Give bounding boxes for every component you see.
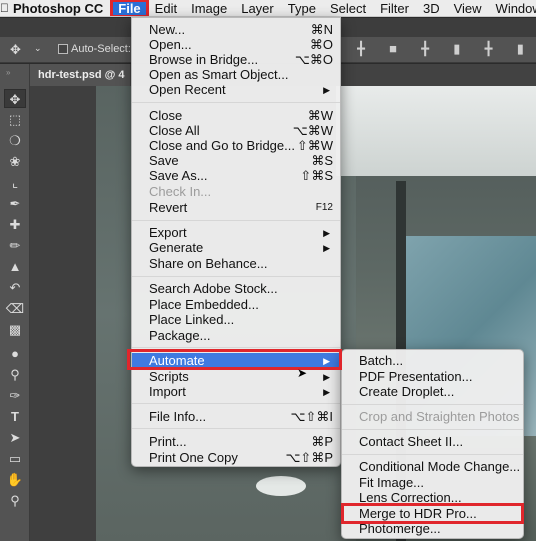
menu-item-browse-in-bridge[interactable]: Browse in Bridge... ⌥⌘O bbox=[132, 52, 340, 68]
automate-submenu: Batch... PDF Presentation... Create Drop… bbox=[341, 349, 524, 539]
menu-separator bbox=[132, 220, 340, 221]
move-tool-icon[interactable]: ✥ bbox=[4, 89, 26, 108]
menu-item-fit-image[interactable]: Fit Image... bbox=[342, 475, 523, 491]
menu-select[interactable]: Select bbox=[323, 0, 373, 16]
menu-item-print[interactable]: Print... ⌘P bbox=[132, 434, 340, 450]
menu-item-search-adobe-stock[interactable]: Search Adobe Stock... bbox=[132, 281, 340, 297]
align-left-icon[interactable]: ▮ bbox=[453, 41, 460, 57]
auto-select-checkbox[interactable] bbox=[58, 44, 68, 54]
menu-type[interactable]: Type bbox=[281, 0, 323, 16]
menu-item-print-one-copy[interactable]: Print One Copy ⌥⇧⌘P bbox=[132, 450, 340, 466]
menu-item-open-recent[interactable]: Open Recent ▶ bbox=[132, 82, 340, 98]
menu-item-open-as-smart-object[interactable]: Open as Smart Object... bbox=[132, 67, 340, 83]
menu-item-contact-sheet[interactable]: Contact Sheet II... bbox=[342, 434, 523, 450]
brush-tool-icon[interactable]: ✏ bbox=[4, 236, 26, 255]
align-top-icon[interactable]: ╋ bbox=[357, 41, 365, 57]
menu-item-close[interactable]: Close ⌘W bbox=[132, 108, 340, 124]
tools-panel: » ✥ ⬚ ❍ ❀ ⌞ ✒ ✚ ✏ ▲ ↶ ⌫ ▩ ● ⚲ ✑ T ➤ ▭ ✋ … bbox=[0, 64, 30, 541]
photo-ceiling bbox=[336, 86, 536, 176]
gradient-tool-icon[interactable]: ▩ bbox=[4, 320, 26, 339]
document-tab[interactable]: hdr-test.psd @ 4 bbox=[30, 64, 130, 86]
pen-tool-icon[interactable]: ✑ bbox=[4, 386, 26, 405]
menu-item-conditional-mode-change[interactable]: Conditional Mode Change... bbox=[342, 459, 523, 475]
menu-3d[interactable]: 3D bbox=[416, 0, 447, 16]
app-name[interactable]: Photoshop CC bbox=[9, 1, 111, 16]
menu-item-photomerge[interactable]: Photomerge... bbox=[342, 521, 523, 537]
align-center-icon[interactable]: ╋ bbox=[485, 41, 493, 57]
quick-selection-tool-icon[interactable]: ❀ bbox=[4, 152, 26, 171]
apple-logo-icon[interactable]:  bbox=[0, 1, 9, 15]
menu-item-share-on-behance[interactable]: Share on Behance... bbox=[132, 256, 340, 272]
menu-bar:  Photoshop CC File Edit Image Layer Typ… bbox=[0, 0, 536, 17]
mouse-cursor-icon: ➤ bbox=[297, 366, 308, 380]
menu-item-generate[interactable]: Generate ▶ bbox=[132, 240, 340, 256]
menu-item-export[interactable]: Export ▶ bbox=[132, 225, 340, 241]
history-brush-tool-icon[interactable]: ↶ bbox=[4, 278, 26, 297]
menu-item-crop-and-straighten: Crop and Straighten Photos bbox=[359, 409, 520, 424]
crop-tool-icon[interactable]: ⌞ bbox=[4, 173, 26, 192]
menu-item-lens-correction[interactable]: Lens Correction... bbox=[342, 490, 523, 506]
auto-select-label: Auto-Select: bbox=[71, 43, 131, 55]
menu-item-check-in: Check In... bbox=[149, 184, 212, 199]
menu-item-new[interactable]: New... ⌘N bbox=[132, 22, 340, 38]
hand-tool-icon[interactable]: ✋ bbox=[4, 470, 26, 489]
menu-separator bbox=[132, 276, 340, 277]
menu-layer[interactable]: Layer bbox=[234, 0, 281, 16]
menu-item-pdf-presentation[interactable]: PDF Presentation... bbox=[342, 369, 523, 385]
panel-grip-icon[interactable]: » bbox=[6, 68, 10, 77]
menu-item-revert[interactable]: Revert F12 bbox=[132, 200, 340, 216]
menu-file[interactable]: File bbox=[110, 0, 149, 16]
rectangle-tool-icon[interactable]: ▭ bbox=[4, 449, 26, 468]
path-selection-tool-icon[interactable]: ➤ bbox=[4, 428, 26, 447]
menu-separator bbox=[342, 454, 523, 455]
menu-separator bbox=[342, 429, 523, 430]
move-tool-icon[interactable]: ✥ bbox=[10, 42, 21, 58]
menu-separator bbox=[132, 347, 340, 348]
distribute-icon[interactable]: ▮ bbox=[517, 41, 524, 57]
menu-item-file-info[interactable]: File Info... ⌥⇧⌘I bbox=[132, 409, 340, 425]
photo-lamp bbox=[256, 476, 306, 496]
marquee-tool-icon[interactable]: ⬚ bbox=[4, 110, 26, 129]
menu-item-save-as[interactable]: Save As... ⇧⌘S bbox=[132, 168, 340, 184]
menu-window[interactable]: Window bbox=[489, 0, 536, 16]
blur-tool-icon[interactable]: ● bbox=[4, 344, 26, 363]
align-middle-icon[interactable]: ■ bbox=[389, 41, 397, 57]
menu-separator bbox=[342, 404, 523, 405]
chevron-down-icon[interactable]: ⌄ bbox=[34, 43, 42, 54]
file-menu: New... ⌘N Open... ⌘O Browse in Bridge... ⌥⌘… bbox=[131, 17, 341, 467]
lasso-tool-icon[interactable]: ❍ bbox=[4, 131, 26, 150]
menu-item-place-embedded[interactable]: Place Embedded... bbox=[132, 297, 340, 313]
menu-item-close-all[interactable]: Close All ⌥⌘W bbox=[132, 123, 340, 139]
menu-item-scripts[interactable]: Scripts ▶ bbox=[132, 369, 340, 385]
zoom-tool-icon[interactable]: ⚲ bbox=[4, 491, 26, 510]
align-icons: ╋ ■ ╋ ▮ ╋ ▮ bbox=[345, 41, 536, 57]
eraser-tool-icon[interactable]: ⌫ bbox=[4, 299, 26, 318]
align-bottom-icon[interactable]: ╋ bbox=[421, 41, 429, 57]
menu-separator bbox=[132, 428, 340, 429]
menu-item-open[interactable]: Open... ⌘O bbox=[132, 37, 340, 53]
healing-brush-tool-icon[interactable]: ✚ bbox=[4, 215, 26, 234]
eyedropper-tool-icon[interactable]: ✒ bbox=[4, 194, 26, 213]
menu-separator bbox=[132, 102, 340, 103]
menu-item-merge-to-hdr-pro[interactable]: Merge to HDR Pro... bbox=[342, 506, 523, 522]
menu-item-save[interactable]: Save ⌘S bbox=[132, 153, 340, 169]
menu-separator bbox=[132, 403, 340, 404]
menu-view[interactable]: View bbox=[447, 0, 489, 16]
menu-item-import[interactable]: Import ▶ bbox=[132, 384, 340, 400]
clone-stamp-tool-icon[interactable]: ▲ bbox=[4, 257, 26, 276]
menu-item-package[interactable]: Package... bbox=[132, 328, 340, 344]
menu-item-batch[interactable]: Batch... bbox=[342, 353, 523, 369]
menu-item-automate[interactable]: Automate ▶ bbox=[132, 353, 340, 369]
menu-item-create-droplet[interactable]: Create Droplet... bbox=[342, 384, 523, 400]
menu-edit[interactable]: Edit bbox=[148, 0, 184, 16]
menu-item-close-and-go-to-bridge[interactable]: Close and Go to Bridge... ⇧⌘W bbox=[132, 138, 340, 154]
menu-image[interactable]: Image bbox=[184, 0, 234, 16]
type-tool-icon[interactable]: T bbox=[4, 407, 26, 426]
menu-filter[interactable]: Filter bbox=[373, 0, 416, 16]
menu-item-place-linked[interactable]: Place Linked... bbox=[132, 312, 340, 328]
dodge-tool-icon[interactable]: ⚲ bbox=[4, 365, 26, 384]
